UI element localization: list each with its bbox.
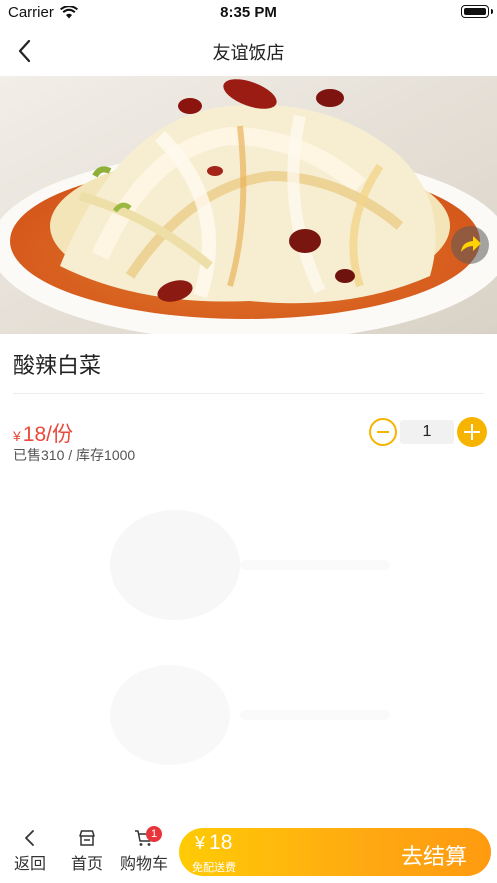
price-amount: 18/份 [22,423,73,446]
navigation-bar: 友谊饭店 [0,26,497,76]
share-arrow-icon [461,236,481,252]
share-button[interactable] [451,226,489,264]
divider [13,393,484,394]
chevron-left-icon [25,830,34,846]
delivery-fee-note: 免配送费 [192,862,236,874]
quantity-stepper: 1 [369,417,487,447]
currency-symbol: ¥ [13,428,21,444]
cart-total: ¥18 [195,831,232,855]
product-price: ¥ 18/份 [13,418,73,448]
cart-count-badge: 1 [146,826,162,842]
tab-home[interactable]: 首页 [69,828,105,874]
tab-cart-label: 购物车 [119,856,168,873]
increase-quantity-button[interactable] [457,417,487,447]
status-bar: Carrier 8:35 PM [0,0,497,26]
tab-cart[interactable]: 购物车 1 [118,826,170,874]
checkout-label: 去结算 [400,844,467,869]
sales-stock-info: 已售310 / 库存1000 [13,447,136,463]
page-title: 友谊饭店 [212,43,285,63]
dish-photo [0,76,497,334]
checkout-button[interactable]: ¥18 免配送费 去结算 [179,828,491,876]
status-time: 8:35 PM [220,4,277,21]
tab-back[interactable]: 返回 [12,828,48,874]
tab-back-label: 返回 [13,856,46,873]
battery-icon [461,5,493,18]
quantity-value[interactable]: 1 [400,420,454,444]
background-watermark [0,470,497,820]
checkout-currency-symbol: ¥ [195,833,206,853]
decrease-quantity-button[interactable] [369,418,397,446]
cart-total-amount: 18 [209,831,233,854]
store-icon [79,830,95,846]
product-image [0,76,497,334]
product-name: 酸辣白菜 [13,353,102,378]
tab-home-label: 首页 [70,856,103,873]
